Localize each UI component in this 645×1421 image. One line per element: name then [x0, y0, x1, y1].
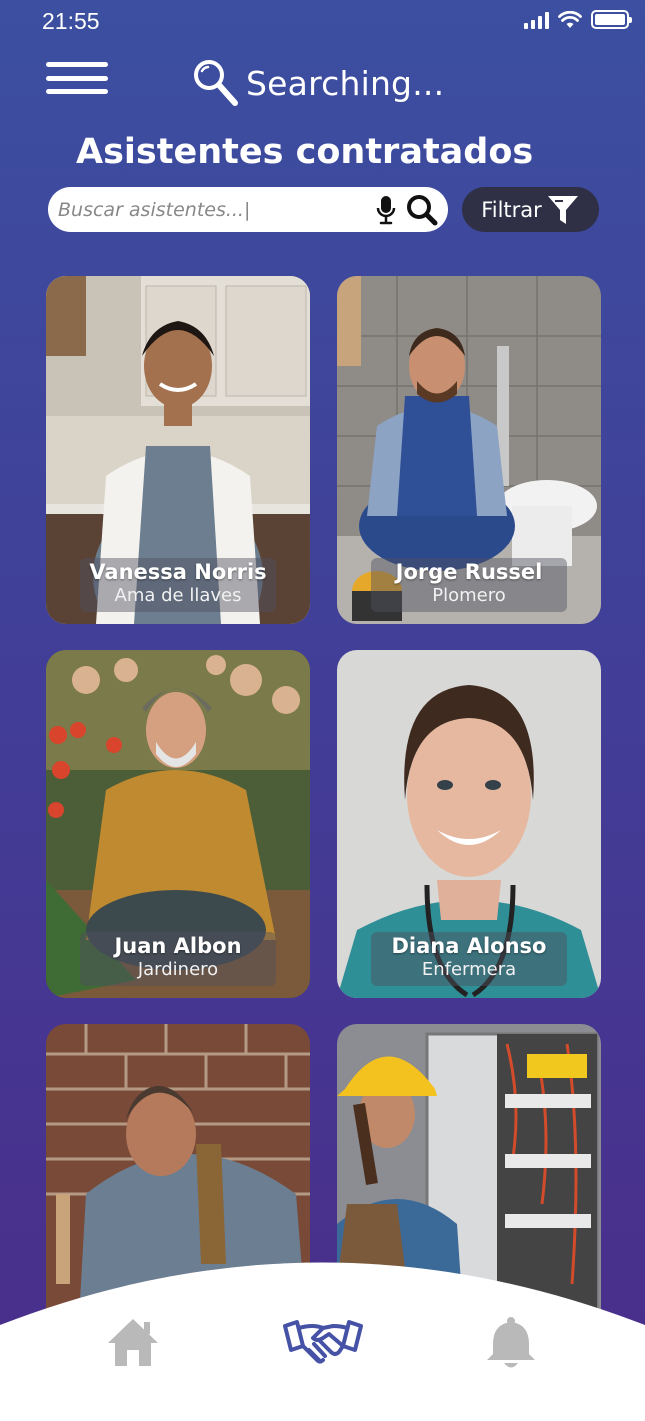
bottom-navigation: [0, 1250, 645, 1421]
microphone-icon[interactable]: [376, 195, 396, 225]
status-icons: [524, 10, 632, 29]
search-input[interactable]: [58, 198, 372, 221]
signal-icon: [524, 11, 549, 29]
battery-icon: [591, 10, 632, 29]
filter-button[interactable]: Filtrar: [462, 187, 599, 232]
filter-label: Filtrar: [481, 197, 542, 222]
assistant-card[interactable]: Juan Albon Jardinero: [46, 650, 310, 998]
assistant-label: Vanessa Norris Ama de llaves: [46, 560, 310, 606]
assistant-name: Jorge Russel: [395, 560, 543, 584]
assistant-card[interactable]: Vanessa Norris Ama de llaves: [46, 276, 310, 624]
assistant-card[interactable]: Diana Alonso Enfermera: [337, 650, 601, 998]
nav-hired-assistants[interactable]: [283, 1316, 363, 1372]
assistant-role: Ama de llaves: [114, 585, 242, 606]
status-bar: 21:55: [0, 0, 645, 44]
searching-label: Searching...: [246, 63, 445, 103]
assistant-name: Diana Alonso: [391, 934, 547, 958]
home-icon: [108, 1319, 158, 1366]
assistant-name: Juan Albon: [114, 934, 242, 958]
bell-icon: [487, 1317, 535, 1368]
hamburger-menu-icon[interactable]: [46, 62, 108, 94]
funnel-icon: [547, 195, 578, 224]
assistant-role: Plomero: [432, 585, 506, 606]
assistant-name: Vanessa Norris: [89, 560, 267, 584]
search-icon[interactable]: [406, 194, 438, 226]
status-time: 21:55: [42, 8, 100, 34]
assistant-role: Jardinero: [137, 959, 219, 980]
assistant-label: Jorge Russel Plomero: [337, 560, 601, 606]
handshake-icon: [283, 1320, 363, 1364]
assistant-label: Diana Alonso Enfermera: [337, 934, 601, 980]
searching-header: Searching...: [192, 58, 444, 108]
nav-notifications[interactable]: [485, 1316, 537, 1374]
magnifier-icon: [194, 60, 238, 106]
page-title: Asistentes contratados: [76, 132, 534, 172]
assistant-card[interactable]: Jorge Russel Plomero: [337, 276, 601, 624]
nav-home[interactable]: [106, 1316, 160, 1372]
assistant-label: Juan Albon Jardinero: [46, 934, 310, 980]
assistant-role: Enfermera: [421, 959, 517, 980]
search-bar[interactable]: [48, 187, 448, 232]
wifi-icon: [558, 10, 582, 28]
